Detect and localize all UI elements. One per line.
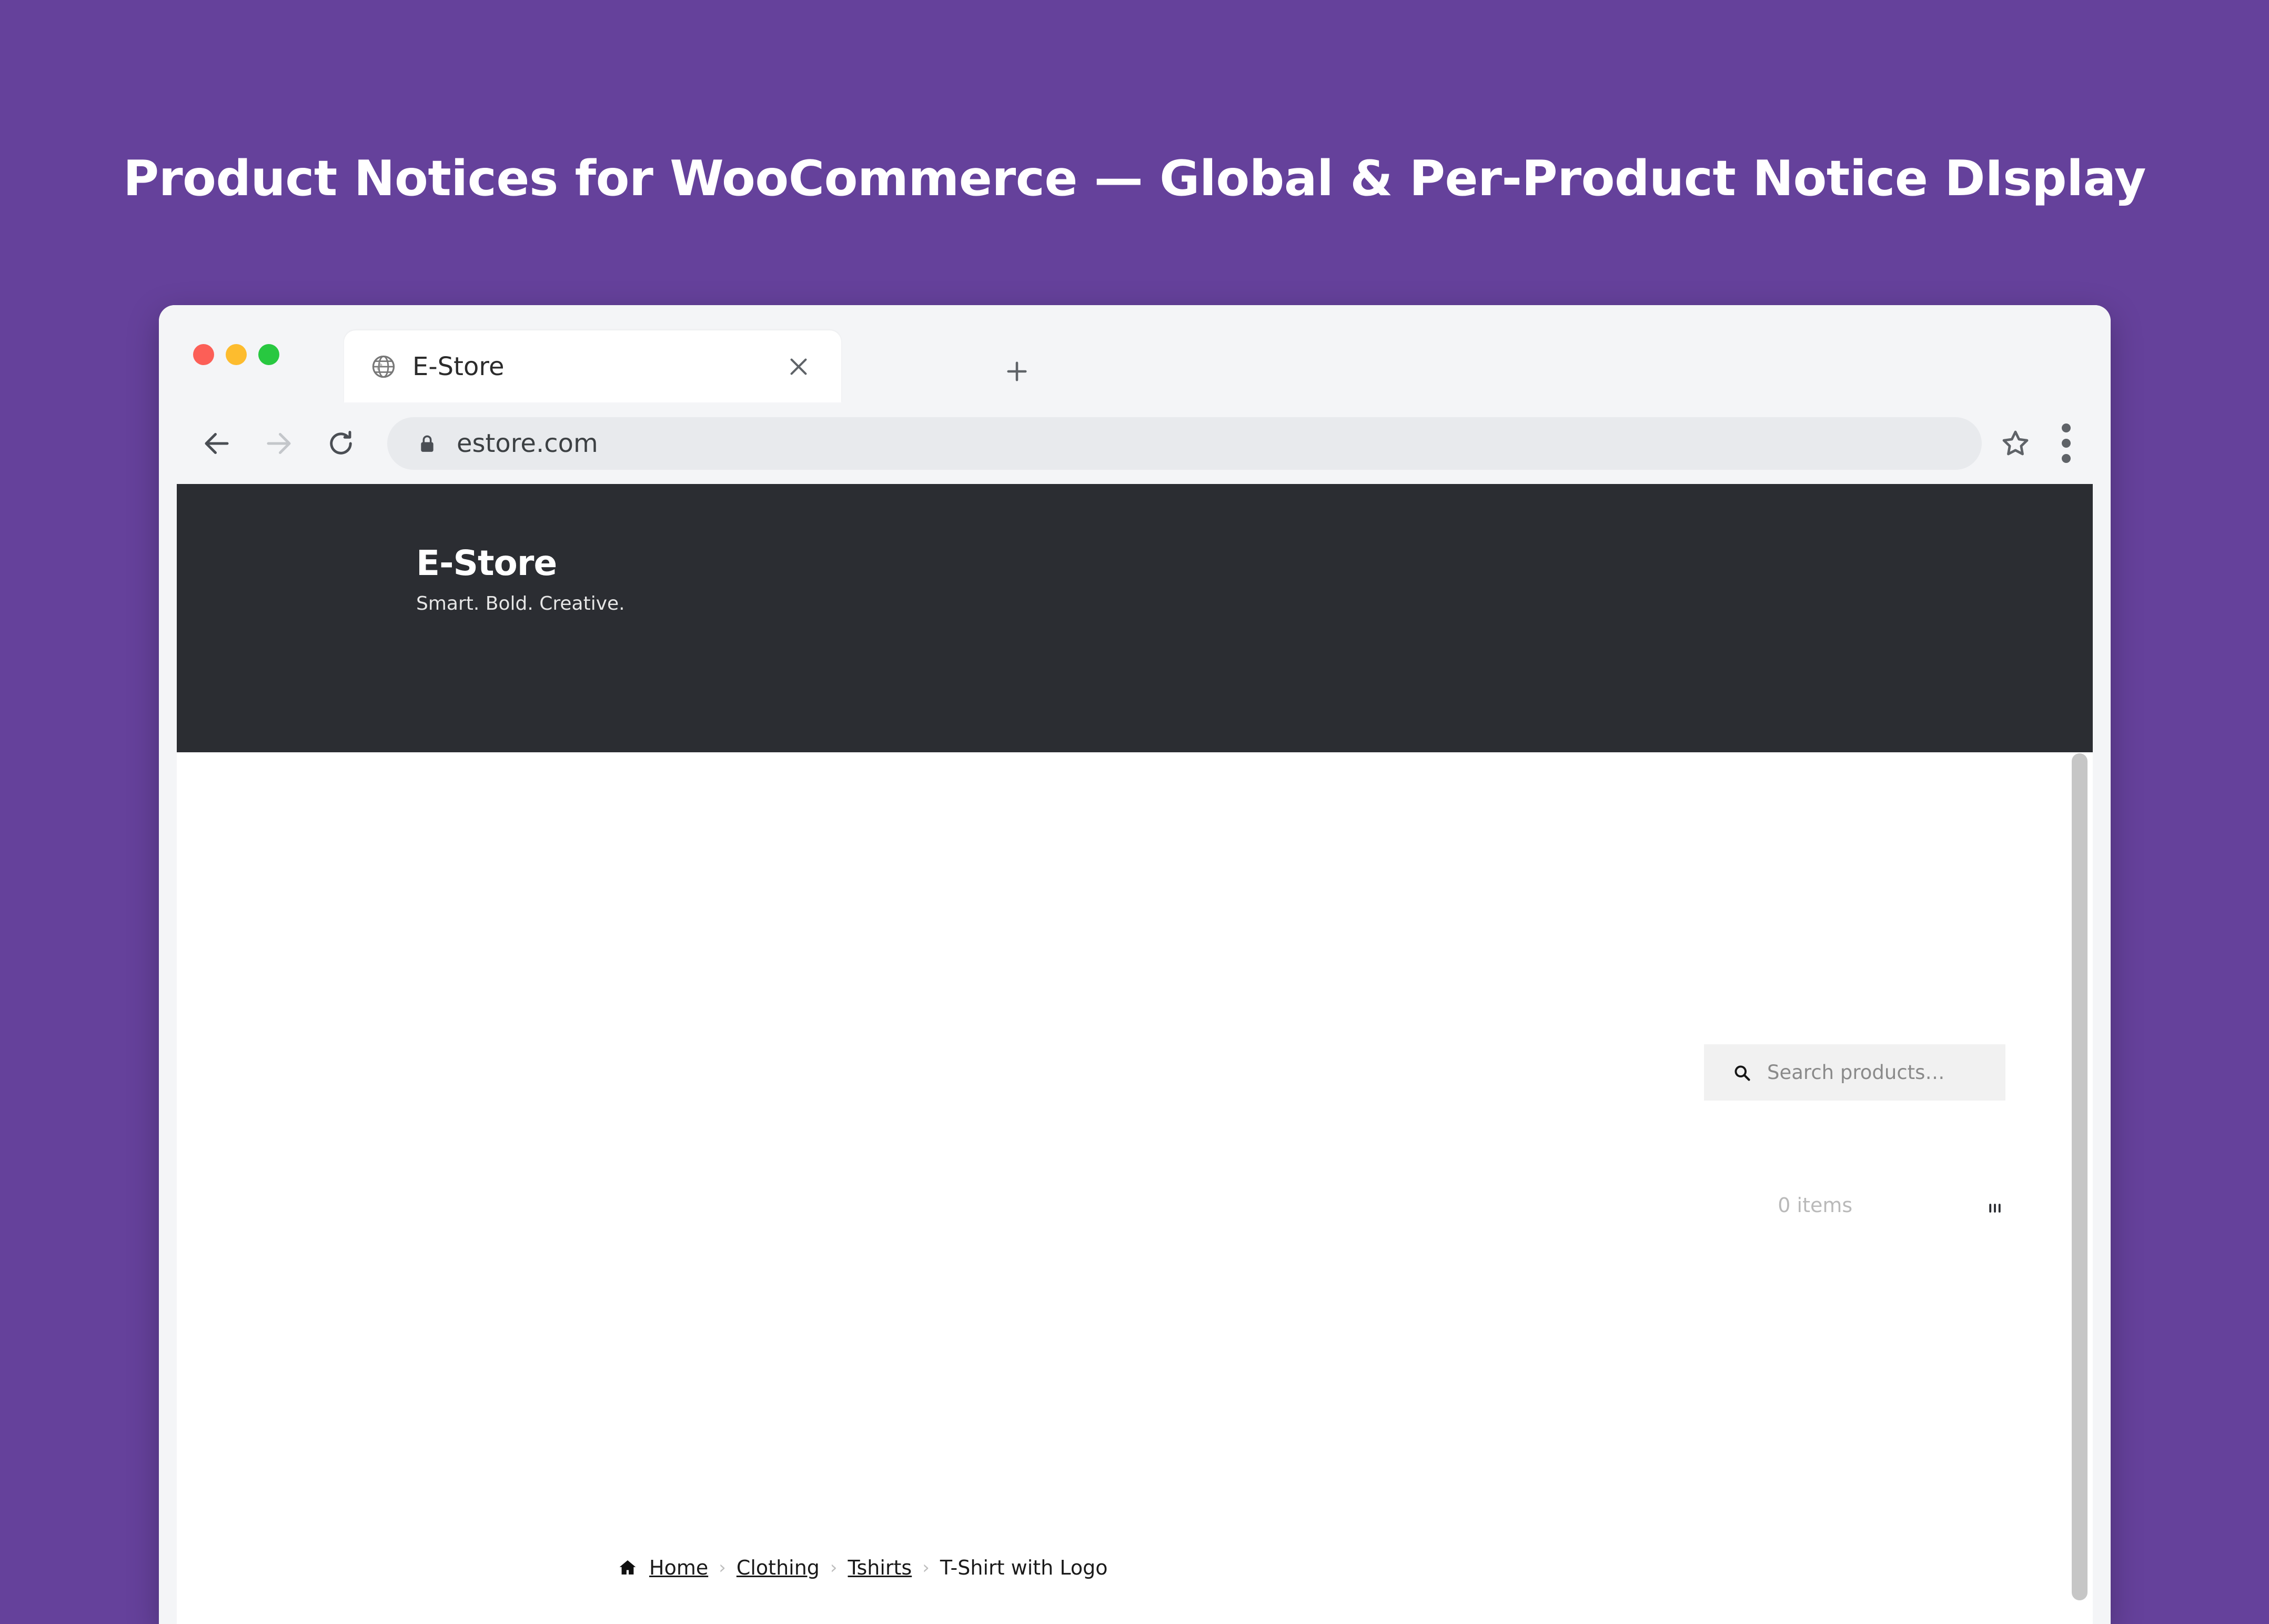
breadcrumb-item-home[interactable]: Home	[649, 1556, 708, 1579]
search-placeholder: Search products…	[1767, 1061, 1945, 1084]
browser-tab[interactable]: E-Store	[344, 330, 841, 402]
breadcrumb-item-tshirts[interactable]: Tshirts	[848, 1556, 912, 1579]
site-brand[interactable]: E-Store Smart. Bold. Creative.	[416, 543, 625, 614]
window-maximize-button[interactable]	[258, 344, 279, 365]
address-bar[interactable]: estore.com	[387, 417, 1982, 470]
site-header: E-Store Smart. Bold. Creative.	[177, 484, 2093, 752]
home-icon	[618, 1558, 638, 1577]
scrollbar-thumb[interactable]	[2072, 753, 2088, 1600]
globe-icon	[371, 355, 396, 379]
reload-icon[interactable]	[325, 428, 357, 459]
page-viewport: E-Store Smart. Bold. Creative. Search pr…	[177, 484, 2093, 1624]
url-text: estore.com	[457, 428, 598, 458]
shopping-basket-icon[interactable]	[1979, 1188, 2011, 1220]
site-navigation: Home About Shop My account	[618, 1189, 1121, 1215]
nav-item-my-account[interactable]: My account	[946, 1189, 1073, 1215]
chevron-right-icon: ›	[830, 1557, 838, 1578]
search-input[interactable]: Search products…	[1704, 1044, 2005, 1101]
window-traffic-lights	[193, 344, 279, 365]
nav-item-about[interactable]: About	[730, 1189, 795, 1215]
forward-arrow-icon[interactable]	[263, 428, 295, 459]
close-icon[interactable]	[786, 355, 811, 379]
brand-tagline: Smart. Bold. Creative.	[416, 593, 625, 614]
back-arrow-icon[interactable]	[201, 428, 233, 459]
lock-icon	[417, 431, 438, 456]
breadcrumb: Home › Clothing › Tshirts › T-Shirt with…	[618, 1556, 1107, 1579]
window-close-button[interactable]	[193, 344, 214, 365]
chevron-right-icon: ›	[719, 1557, 726, 1578]
window-minimize-button[interactable]	[226, 344, 247, 365]
nav-item-shop[interactable]: Shop	[843, 1189, 899, 1215]
search-icon	[1732, 1063, 1751, 1082]
banner-headline: Product Notices for WooCommerce — Global…	[123, 150, 2146, 207]
star-icon[interactable]	[2000, 428, 2031, 459]
tab-strip: E-Store	[159, 305, 2111, 402]
nav-item-home[interactable]: Home	[618, 1189, 683, 1215]
cart-item-count: 0 items	[1778, 1194, 1853, 1217]
browser-toolbar: estore.com	[159, 402, 2111, 484]
breadcrumb-item-clothing[interactable]: Clothing	[737, 1556, 820, 1579]
cart-total: $0.00	[1700, 1192, 1763, 1217]
page-scrollbar[interactable]	[2072, 753, 2088, 1616]
new-tab-button[interactable]	[1003, 358, 1031, 385]
cart-summary[interactable]: $0.00 0 items	[1700, 1192, 1852, 1217]
three-dot-menu-icon[interactable]	[2061, 423, 2071, 463]
chevron-right-icon: ›	[922, 1557, 930, 1578]
breadcrumb-current: T-Shirt with Logo	[940, 1556, 1108, 1579]
browser-window: E-Store estore.com E-Store Smart. Bold. …	[159, 305, 2111, 1624]
brand-name: E-Store	[416, 543, 557, 583]
tab-title: E-Store	[412, 351, 505, 381]
